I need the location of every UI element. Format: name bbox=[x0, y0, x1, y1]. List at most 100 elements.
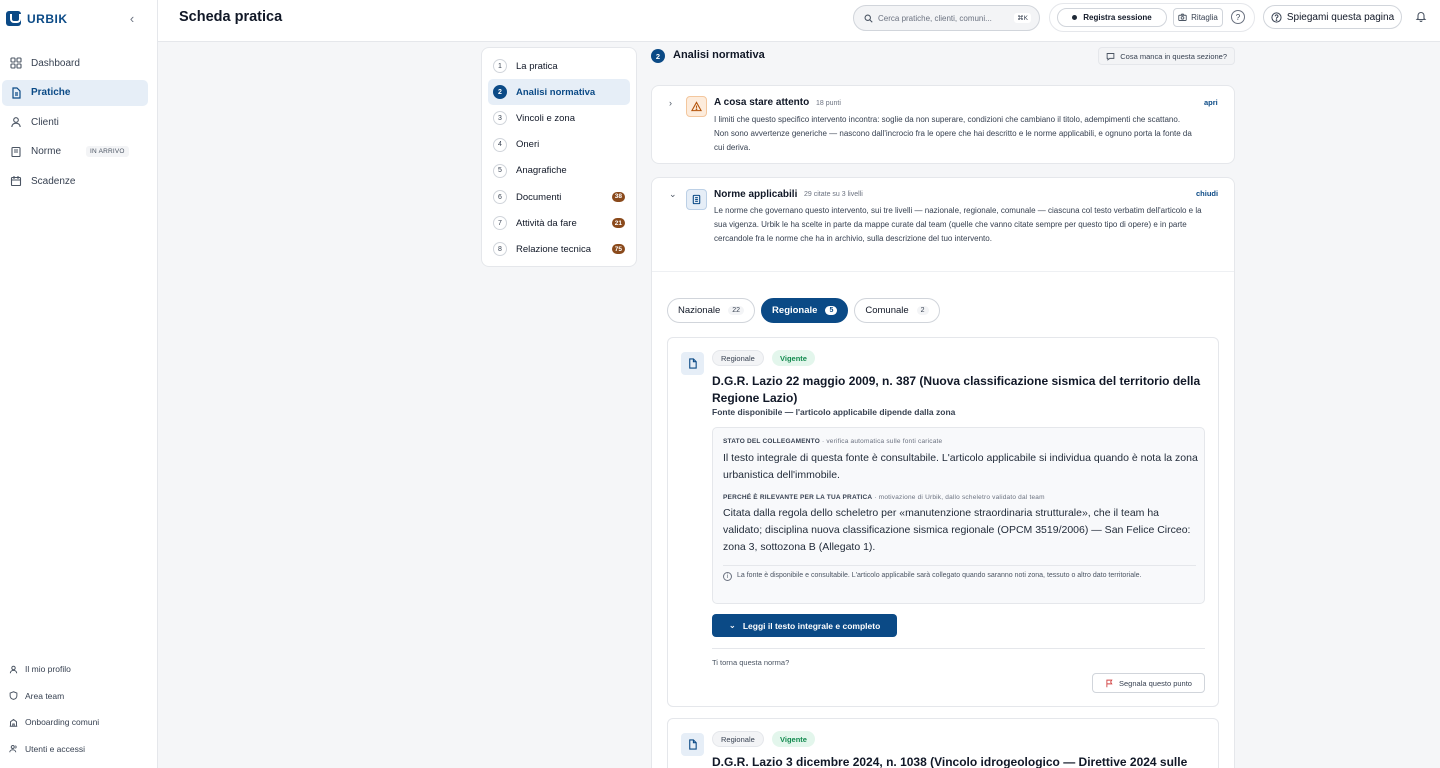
main-nav: Dashboard Pratiche Clienti Norme IN ARRI… bbox=[2, 50, 148, 198]
explain-page-label: Spiegami questa pagina bbox=[1286, 11, 1395, 23]
bell-icon[interactable] bbox=[1415, 9, 1429, 23]
sidebar-item-label: Area team bbox=[25, 690, 65, 701]
chevron-down-icon[interactable]: ⌄ bbox=[669, 189, 677, 200]
sidebar-item-label: Dashboard bbox=[31, 57, 80, 69]
sidebar-item-dashboard[interactable]: Dashboard bbox=[2, 50, 148, 76]
relevance-label: PERCHÉ È RILEVANTE PER LA TUA PRATICA bbox=[723, 494, 873, 501]
sidebar-item-profilo[interactable]: Il mio profilo bbox=[8, 656, 148, 683]
step-label: La pratica bbox=[516, 60, 558, 72]
tab-count: 22 bbox=[728, 306, 745, 315]
step-number: 7 bbox=[493, 216, 507, 231]
step-number: 1 bbox=[493, 59, 507, 74]
sidebar-item-norme[interactable]: Norme IN ARRIVO bbox=[2, 139, 148, 165]
status-badge: Vigente bbox=[772, 731, 815, 747]
attention-description: I limiti che questo specifico intervento… bbox=[714, 115, 1192, 152]
step-relazione-tecnica[interactable]: 8 Relazione tecnica 75 bbox=[488, 236, 630, 262]
norms-description: Le norme che governano questo intervento… bbox=[714, 206, 1202, 243]
sidebar-item-scadenze[interactable]: Scadenze bbox=[2, 168, 148, 194]
collapse-sidebar-icon[interactable]: ‹ bbox=[125, 11, 139, 26]
relevance-note: · motivazione di Urbik, dallo scheletro … bbox=[874, 494, 1045, 501]
question-circle-icon bbox=[1271, 11, 1282, 23]
step-la-pratica[interactable]: 1 La pratica bbox=[488, 53, 630, 79]
sidebar-item-area-team[interactable]: Area team bbox=[8, 683, 148, 710]
norms-title: Norme applicabili bbox=[714, 189, 798, 200]
section-number: 2 bbox=[651, 49, 665, 63]
coming-soon-badge: IN ARRIVO bbox=[86, 146, 129, 157]
section-title: Analisi normativa bbox=[673, 49, 765, 61]
step-label: Relazione tecnica bbox=[516, 243, 591, 255]
tab-label: Comunale bbox=[865, 305, 909, 316]
grid-icon bbox=[9, 57, 22, 70]
read-full-text-button[interactable]: ⌄ Leggi il testo integrale e completo bbox=[712, 614, 897, 637]
search-input[interactable]: Cerca pratiche, clienti, comuni... ⌘K bbox=[853, 5, 1040, 31]
sidebar-item-pratiche[interactable]: Pratiche bbox=[2, 79, 148, 106]
sidebar-item-label: Il mio profilo bbox=[25, 664, 71, 675]
file-icon bbox=[9, 86, 22, 99]
bottom-nav: Il mio profilo Area team Onboarding comu… bbox=[8, 656, 148, 762]
step-count-badge: 38 bbox=[611, 191, 625, 202]
step-label: Attività da fare bbox=[516, 217, 577, 229]
tab-label: Regionale bbox=[772, 305, 818, 316]
source-note: i La fonte è disponibile e consultabile.… bbox=[723, 571, 1193, 581]
explain-page-button[interactable]: Spiegami questa pagina bbox=[1263, 5, 1402, 29]
attention-title: A cosa stare attento bbox=[714, 97, 810, 108]
shield-icon bbox=[8, 691, 18, 701]
chat-icon bbox=[1106, 52, 1115, 61]
level-tabs: Nazionale 22 Regionale 5 Comunale 2 bbox=[667, 298, 940, 323]
user-icon bbox=[8, 664, 18, 674]
step-anagrafiche[interactable]: 5 Anagrafiche bbox=[488, 158, 630, 184]
step-number: 2 bbox=[493, 85, 507, 100]
sidebar-item-utenti[interactable]: Utenti e accessi bbox=[8, 736, 148, 763]
relevance-heading: PERCHÉ È RILEVANTE PER LA TUA PRATICA · … bbox=[723, 494, 1045, 501]
building-icon bbox=[8, 717, 18, 727]
step-attivita[interactable]: 7 Attività da fare 21 bbox=[488, 210, 630, 236]
sidebar-item-label: Pratiche bbox=[31, 87, 71, 98]
calendar-icon bbox=[9, 175, 22, 188]
sidebar-item-label: Utenti e accessi bbox=[25, 743, 85, 754]
step-label: Vincoli e zona bbox=[516, 112, 575, 124]
step-analisi-normativa[interactable]: 2 Analisi normativa bbox=[488, 79, 630, 106]
tab-count: 2 bbox=[916, 306, 929, 315]
close-toggle[interactable]: chiudi bbox=[1196, 189, 1218, 198]
step-number: 8 bbox=[493, 242, 507, 257]
divider bbox=[652, 271, 1234, 272]
missing-in-section-button[interactable]: Cosa manca in questa sezione? bbox=[1098, 47, 1235, 65]
brand-name: URBIK bbox=[27, 11, 68, 26]
attention-card: › A cosa stare attento 18 punti apri I l… bbox=[651, 85, 1235, 164]
document-icon bbox=[681, 352, 704, 375]
norm-item: Regionale Vigente D.G.R. Lazio 3 dicembr… bbox=[667, 718, 1219, 768]
tab-regionale[interactable]: Regionale 5 bbox=[761, 298, 849, 323]
tab-nazionale[interactable]: Nazionale 22 bbox=[667, 298, 756, 323]
record-dot-icon bbox=[1072, 15, 1078, 20]
document-icon bbox=[681, 733, 704, 756]
sidebar-item-label: Onboarding comuni bbox=[25, 717, 100, 728]
step-vincoli-e-zona[interactable]: 3 Vincoli e zona bbox=[488, 105, 630, 131]
feedback-question: Ti torna questa norma? bbox=[712, 658, 790, 667]
norm-details: STATO DEL COLLEGAMENTO · verifica automa… bbox=[712, 427, 1205, 604]
divider bbox=[712, 648, 1205, 649]
users-icon bbox=[8, 744, 18, 754]
sidebar-item-clienti[interactable]: Clienti bbox=[2, 109, 148, 135]
flag-point-button[interactable]: Segnala questo punto bbox=[1092, 673, 1205, 693]
sidebar: URBIK ‹ Dashboard Pratiche Clienti Norme bbox=[0, 0, 158, 768]
read-full-text-label: Leggi il testo integrale e completo bbox=[742, 620, 881, 631]
link-state-text: Il testo integrale di questa fonte è con… bbox=[723, 452, 1198, 481]
chevron-right-icon[interactable]: › bbox=[669, 98, 672, 108]
step-oneri[interactable]: 4 Oneri bbox=[488, 132, 630, 158]
crop-button[interactable]: Ritaglia bbox=[1173, 8, 1223, 27]
brand[interactable]: URBIK bbox=[6, 11, 68, 26]
sidebar-item-onboarding[interactable]: Onboarding comuni bbox=[8, 709, 148, 736]
help-icon[interactable]: ? bbox=[1231, 10, 1245, 24]
step-label: Anagrafiche bbox=[516, 165, 567, 177]
open-toggle[interactable]: apri bbox=[1204, 98, 1218, 107]
record-session-button[interactable]: Registra sessione bbox=[1057, 8, 1167, 27]
tab-comunale[interactable]: Comunale 2 bbox=[854, 298, 940, 323]
step-label: Analisi normativa bbox=[516, 86, 596, 98]
norm-subtitle: Fonte disponibile — l'articolo applicabi… bbox=[712, 407, 956, 417]
crop-label: Ritaglia bbox=[1191, 13, 1218, 22]
source-note-text: La fonte è disponibile e consultabile. L… bbox=[737, 572, 1142, 579]
level-tag: Regionale bbox=[712, 731, 764, 747]
step-count-badge: 21 bbox=[611, 218, 625, 229]
pratica-stepper: 1 La pratica 2 Analisi normativa 3 Vinco… bbox=[481, 47, 637, 267]
step-documenti[interactable]: 6 Documenti 38 bbox=[488, 184, 630, 210]
